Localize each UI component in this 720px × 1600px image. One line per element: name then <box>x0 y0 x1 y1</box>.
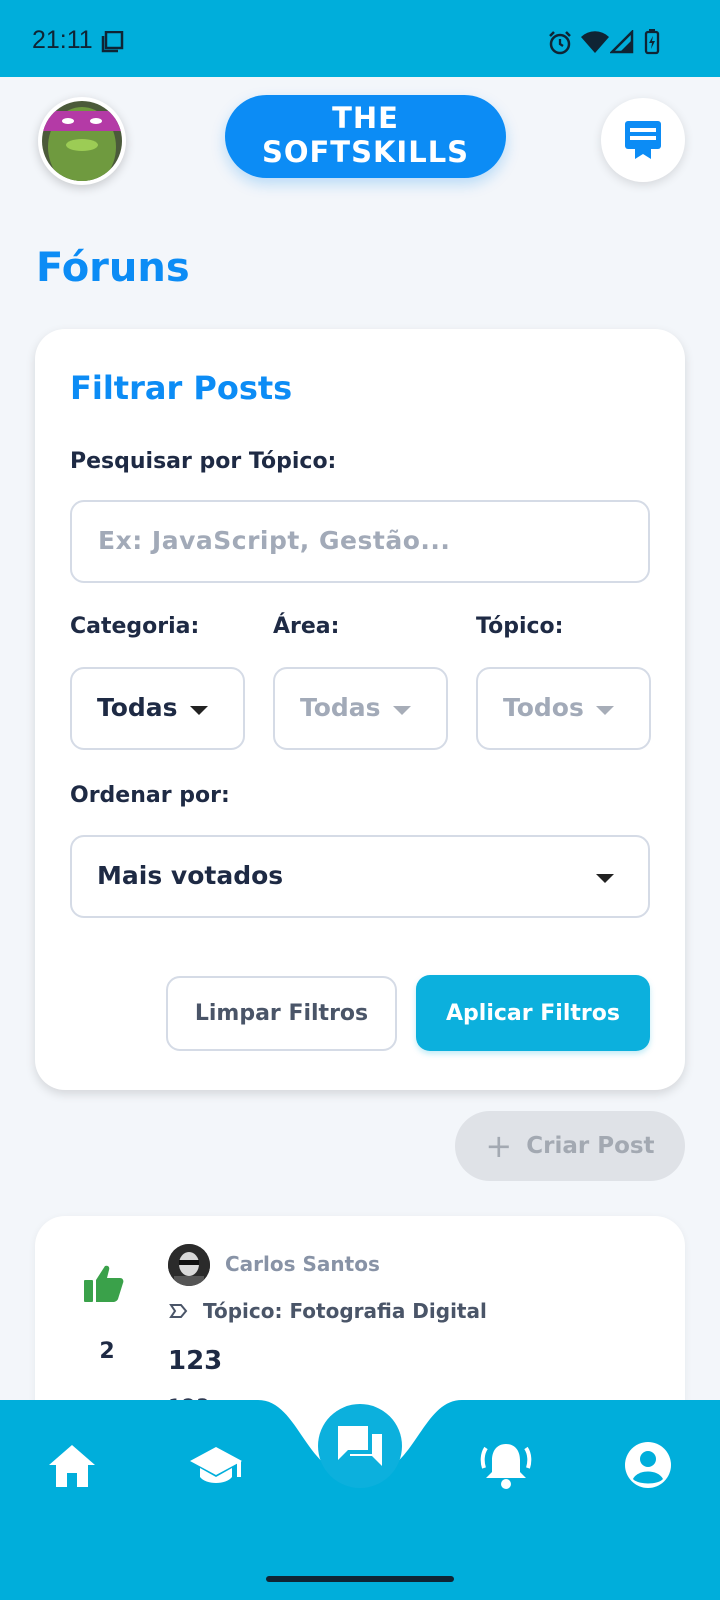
topic-select-value: Todos <box>503 693 584 722</box>
page-title: Fóruns <box>36 245 190 291</box>
sort-label: Ordenar por: <box>70 783 230 808</box>
category-select[interactable]: Todas <box>70 667 245 750</box>
search-input[interactable]: Ex: JavaScript, Gestão... <box>70 500 650 583</box>
chevron-down-icon <box>190 706 208 715</box>
nav-forums[interactable] <box>318 1404 402 1488</box>
forum-icon <box>338 1426 382 1466</box>
nav-notifications[interactable] <box>480 1440 532 1494</box>
status-bar: 21:11 <box>0 0 720 77</box>
signal-icon <box>610 30 634 54</box>
category-select-value: Todas <box>97 693 178 722</box>
graduation-cap-icon <box>190 1447 242 1483</box>
topic-select[interactable]: Todos <box>476 667 651 750</box>
battery-charging-icon <box>644 29 660 55</box>
wifi-icon <box>581 31 609 53</box>
avatar-image <box>42 101 122 181</box>
apply-filters-button[interactable]: Aplicar Filtros <box>416 975 650 1051</box>
logo-line-1: THE <box>332 101 399 135</box>
certificate-icon <box>625 121 661 159</box>
logo-line-2: SOFTSKILLS <box>261 135 470 169</box>
chevron-down-icon <box>596 706 614 715</box>
category-label: Categoria: <box>70 614 200 639</box>
certificate-button[interactable] <box>601 98 685 182</box>
home-icon <box>49 1445 95 1487</box>
sort-select-value: Mais votados <box>97 861 284 890</box>
screenshot-icon <box>101 31 124 53</box>
chevron-down-icon <box>393 706 411 715</box>
area-select-value: Todas <box>300 693 381 722</box>
create-post-button[interactable]: + Criar Post <box>455 1111 685 1181</box>
nav-courses[interactable] <box>188 1443 244 1493</box>
filter-title: Filtrar Posts <box>70 369 293 407</box>
nav-home[interactable] <box>47 1443 97 1493</box>
filter-card: Filtrar Posts Pesquisar por Tópico: Ex: … <box>35 329 685 1090</box>
topic-label: Tópico: <box>476 614 564 639</box>
author-avatar <box>168 1244 210 1286</box>
nav-profile[interactable] <box>624 1441 672 1493</box>
area-select[interactable]: Todas <box>273 667 448 750</box>
author-photo <box>168 1244 210 1286</box>
alarm-icon <box>549 31 571 55</box>
post-title: 123 <box>168 1346 223 1376</box>
vote-count: 2 <box>99 1339 115 1364</box>
thumbs-up-icon[interactable] <box>83 1264 125 1304</box>
account-circle-icon <box>625 1442 671 1488</box>
create-post-label: Criar Post <box>526 1133 655 1159</box>
chevron-down-icon <box>596 874 614 883</box>
area-label: Área: <box>273 614 340 639</box>
status-time: 21:11 <box>32 26 93 54</box>
sort-select[interactable]: Mais votados <box>70 835 650 918</box>
author-name: Carlos Santos <box>225 1252 380 1276</box>
post-topic: Tópico: Fotografia Digital <box>203 1299 487 1323</box>
user-avatar[interactable] <box>38 97 126 185</box>
app-logo: THE SOFTSKILLS <box>225 95 506 178</box>
plus-icon: + <box>485 1127 513 1165</box>
home-indicator <box>266 1576 454 1582</box>
label-tag-icon <box>169 1304 188 1318</box>
notification-bell-icon <box>480 1444 532 1489</box>
clear-filters-button[interactable]: Limpar Filtros <box>166 976 397 1051</box>
search-placeholder: Ex: JavaScript, Gestão... <box>98 526 451 555</box>
search-label: Pesquisar por Tópico: <box>70 449 337 474</box>
